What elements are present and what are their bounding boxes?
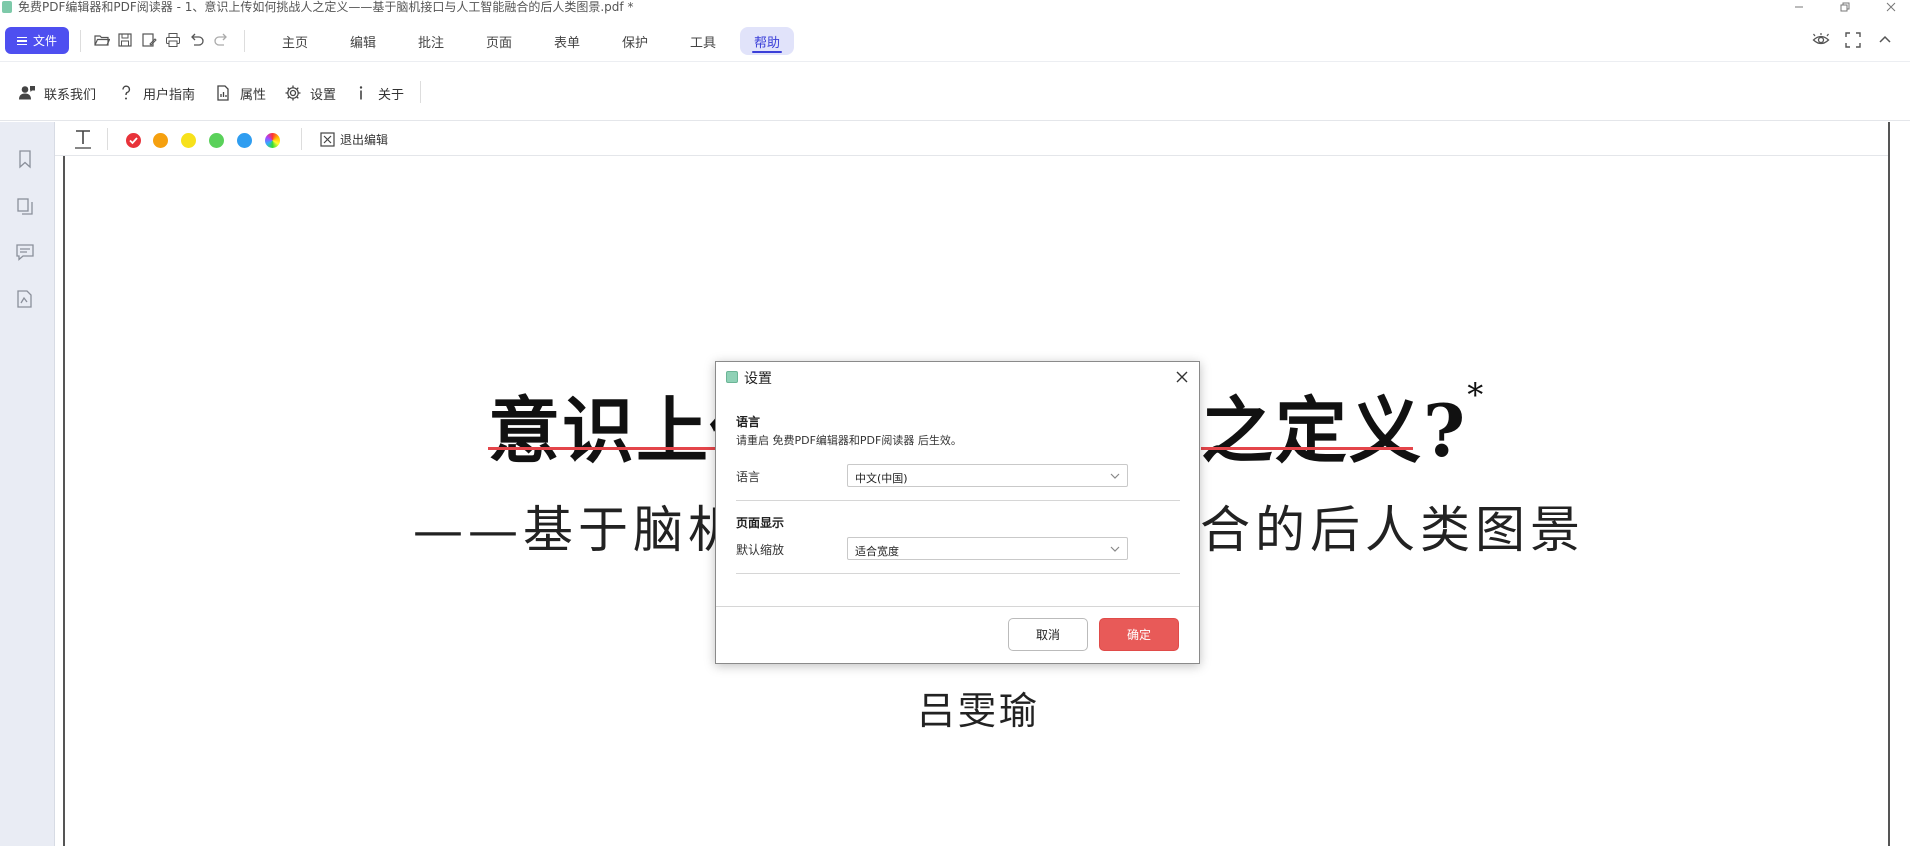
divider: [420, 81, 421, 103]
question-icon: [122, 85, 131, 100]
menu-icon: [16, 36, 27, 45]
undo-icon[interactable]: [189, 32, 205, 48]
print-icon[interactable]: [165, 32, 181, 48]
properties-button[interactable]: 属性: [214, 83, 266, 103]
footnote-mark: *: [1467, 376, 1486, 414]
exit-edit-label: 退出编辑: [340, 133, 389, 147]
document-subtitle-right: 合的后人类图景: [1200, 501, 1585, 559]
tab-home[interactable]: 主页: [268, 27, 322, 55]
left-sidebar: [0, 122, 55, 846]
document-subtitle: ——基于脑机 合的后人类图景: [413, 490, 1580, 562]
save-icon[interactable]: [117, 32, 133, 48]
contact-us-label: 联系我们: [44, 87, 97, 103]
settings-label: 设置: [310, 87, 337, 103]
page-left-edge: [63, 156, 65, 846]
page-display-section-title: 页面显示: [736, 516, 785, 530]
save-as-icon[interactable]: [141, 32, 157, 48]
window-title: 免费PDF编辑器和PDF阅读器 - 1、意识上传如何挑战人之定义——基于脑机接口…: [18, 0, 634, 14]
file-menu-label: 文件: [32, 34, 57, 48]
color-green-swatch[interactable]: [209, 133, 224, 148]
menu-bar: 文件 主页 编辑 批注 页面 表单 保护 工具 帮助: [0, 20, 1910, 62]
fullscreen-icon[interactable]: [1844, 31, 1862, 49]
document-subtitle-left: ——基于脑机: [413, 501, 743, 559]
about-button[interactable]: 关于: [352, 83, 404, 103]
language-section-title: 语言: [736, 415, 761, 429]
contact-icon: [19, 86, 35, 100]
open-folder-icon[interactable]: [94, 32, 110, 48]
language-select[interactable]: 中文(中国): [847, 464, 1128, 487]
text-tool-icon[interactable]: [73, 128, 93, 150]
document-author: 吕雯瑜: [917, 689, 1041, 733]
color-blue-swatch[interactable]: [237, 133, 252, 148]
tab-edit[interactable]: 编辑: [336, 27, 390, 55]
default-zoom-select[interactable]: 适合宽度: [847, 537, 1128, 560]
section-divider: [736, 573, 1180, 574]
dialog-title: 设置: [744, 371, 772, 387]
tab-tools[interactable]: 工具: [676, 27, 730, 55]
info-icon: [359, 86, 363, 100]
signature-icon[interactable]: [15, 289, 35, 309]
divider: [107, 128, 108, 150]
settings-dialog: 设置 语言 请重启 免费PDF编辑器和PDF阅读器 后生效。 语言 中文(中国)…: [715, 361, 1200, 664]
document-title-right: 之定义?: [1201, 388, 1468, 473]
settings-button[interactable]: 设置: [284, 83, 336, 103]
close-icon[interactable]: [1173, 368, 1191, 386]
page-right-edge: [1888, 122, 1910, 846]
tab-protect[interactable]: 保护: [608, 27, 662, 55]
tab-form[interactable]: 表单: [540, 27, 594, 55]
color-yellow-swatch[interactable]: [181, 133, 196, 148]
restore-button[interactable]: [1830, 0, 1860, 14]
user-guide-button[interactable]: 用户指南: [117, 83, 195, 103]
spellcheck-underline: [1201, 447, 1413, 450]
cancel-button[interactable]: 取消: [1008, 618, 1088, 651]
gear-icon: [285, 85, 301, 101]
ribbon-toolbar: 联系我们 用户指南 属性 设置 关于: [0, 63, 1910, 121]
thumbnails-icon[interactable]: [15, 196, 35, 216]
section-divider: [736, 500, 1180, 501]
about-label: 关于: [378, 87, 405, 103]
title-bar: 免费PDF编辑器和PDF阅读器 - 1、意识上传如何挑战人之定义——基于脑机接口…: [0, 0, 1910, 16]
properties-label: 属性: [240, 87, 267, 103]
comments-icon[interactable]: [15, 242, 35, 262]
file-menu-button[interactable]: 文件: [5, 27, 69, 54]
dialog-footer-divider: [716, 606, 1199, 607]
app-icon: [726, 371, 738, 383]
tab-page[interactable]: 页面: [472, 27, 526, 55]
annotation-toolbar: 退出编辑: [55, 122, 1888, 156]
divider: [301, 128, 302, 150]
tab-annotate[interactable]: 批注: [404, 27, 458, 55]
document-title-right-wrap: 之定义?*: [1201, 372, 1485, 477]
minimize-button[interactable]: [1784, 0, 1814, 14]
minimize-icon: [1795, 6, 1803, 8]
app-icon: [2, 1, 12, 13]
color-orange-swatch[interactable]: [153, 133, 168, 148]
dialog-header: 设置: [716, 362, 1199, 392]
divider: [244, 30, 245, 52]
chevron-down-icon: [1110, 546, 1120, 552]
tab-help[interactable]: 帮助: [740, 27, 795, 55]
document-properties-icon: [217, 85, 229, 101]
restore-icon: [1840, 2, 1850, 12]
collapse-ribbon-icon[interactable]: [1876, 31, 1894, 49]
color-picker-swatch[interactable]: [265, 133, 280, 148]
bookmark-icon[interactable]: [15, 149, 35, 169]
checkmark-icon: [129, 137, 138, 145]
language-label: 语言: [736, 470, 761, 484]
divider: [80, 30, 81, 52]
user-guide-label: 用户指南: [143, 87, 196, 103]
default-zoom-label: 默认缩放: [736, 543, 785, 557]
restart-note: 请重启 免费PDF编辑器和PDF阅读器 后生效。: [736, 434, 962, 447]
exit-edit-button[interactable]: 退出编辑: [320, 131, 388, 148]
ok-button[interactable]: 确定: [1099, 618, 1179, 651]
chevron-down-icon: [1110, 473, 1120, 479]
exit-box-icon: [320, 132, 335, 147]
close-icon: [1886, 2, 1896, 12]
contact-us-button[interactable]: 联系我们: [18, 83, 96, 103]
redo-icon[interactable]: [213, 32, 229, 48]
default-zoom-select-value: 适合宽度: [855, 545, 899, 558]
read-mode-icon[interactable]: [1812, 31, 1830, 49]
spellcheck-underline: [488, 447, 716, 450]
language-select-value: 中文(中国): [855, 472, 908, 485]
close-window-button[interactable]: [1876, 0, 1906, 14]
